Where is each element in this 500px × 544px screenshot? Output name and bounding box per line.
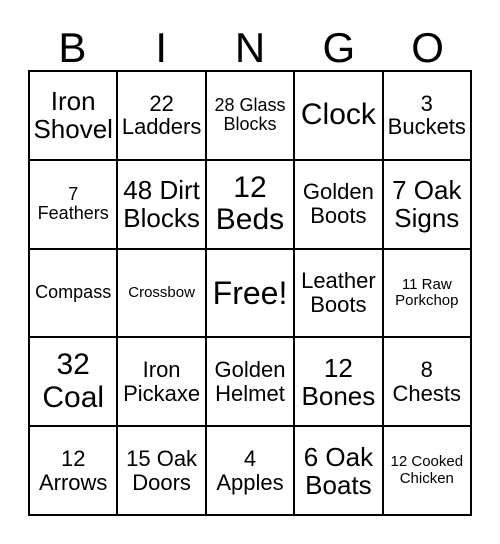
bingo-cell-b1[interactable]: Iron Shovel — [30, 72, 119, 161]
bingo-cell-o4[interactable]: 8 Chests — [383, 338, 472, 428]
bingo-cell-i2[interactable]: 48 Dirt Blocks — [118, 160, 207, 250]
bingo-cell-text: Iron Pickaxe — [123, 357, 201, 406]
bingo-cell-text: 4 Apples — [216, 445, 284, 495]
bingo-cell-text: Crossbow — [128, 283, 195, 301]
bingo-cell-text: Compass — [35, 282, 112, 303]
bingo-header-letter-g: G — [322, 24, 356, 71]
bingo-cell-n5[interactable]: 4 Apples — [206, 427, 296, 516]
bingo-cell-g5[interactable]: 6 Oak Boats — [295, 427, 384, 516]
bingo-cell-text: Golden Helmet — [214, 357, 286, 406]
bingo-cell-text: 7 Feathers — [37, 183, 109, 224]
bingo-header-letter-i: I — [155, 24, 168, 71]
bingo-free-space-text: Free! — [212, 274, 288, 311]
bingo-cell-b4[interactable]: 32 Coal — [30, 338, 119, 428]
bingo-cell-text: 3 Buckets — [387, 90, 466, 140]
bingo-cell-b2[interactable]: 7 Feathers — [30, 160, 119, 250]
bingo-header-letter-n: N — [234, 24, 266, 71]
bingo-header-letter-o: O — [411, 24, 444, 71]
bingo-cell-text: 48 Dirt Blocks — [123, 175, 200, 234]
bingo-cell-text: Golden Boots — [302, 179, 374, 229]
bingo-cell-b3[interactable]: Compass — [30, 249, 119, 339]
bingo-cell-g4[interactable]: 12 Bones — [295, 338, 384, 428]
bingo-cell-text: Leather Boots — [301, 268, 376, 317]
bingo-cell-n2[interactable]: 12 Beds — [206, 160, 296, 250]
bingo-cell-text: 6 Oak Boats — [303, 441, 374, 500]
bingo-cell-o3[interactable]: 11 Raw Porkchop — [383, 249, 472, 339]
bingo-cell-free-space[interactable]: Free! — [206, 249, 296, 339]
bingo-cell-n1[interactable]: 28 Glass Blocks — [206, 72, 296, 161]
bingo-cell-g2[interactable]: Golden Boots — [295, 160, 384, 250]
bingo-cell-text: Clock — [300, 98, 376, 132]
bingo-cell-b5[interactable]: 12 Arrows — [30, 427, 119, 516]
bingo-cell-text: 32 Coal — [42, 348, 105, 414]
bingo-cell-text: 12 Bones — [301, 352, 376, 411]
bingo-cell-text: 22 Ladders — [121, 90, 202, 140]
bingo-grid: Iron Shovel 22 Ladders 28 Glass Blocks C… — [28, 70, 472, 516]
bingo-cell-i5[interactable]: 15 Oak Doors — [118, 427, 207, 516]
bingo-cell-i4[interactable]: Iron Pickaxe — [118, 338, 207, 428]
bingo-cell-o5[interactable]: 12 Cooked Chicken — [383, 427, 472, 516]
bingo-cell-g1[interactable]: Clock — [295, 72, 384, 161]
bingo-cell-text: 12 Beds — [215, 170, 285, 237]
bingo-cell-text: 11 Raw Porkchop — [395, 275, 459, 309]
bingo-header-letter-b: B — [58, 24, 87, 71]
bingo-cell-n4[interactable]: Golden Helmet — [206, 338, 296, 428]
bingo-cell-i1[interactable]: 22 Ladders — [118, 72, 207, 161]
bingo-cell-text: 8 Chests — [392, 357, 462, 406]
bingo-cell-text: 15 Oak Doors — [126, 445, 198, 495]
bingo-cell-o2[interactable]: 7 Oak Signs — [383, 160, 472, 250]
bingo-header-row: B I N G O — [28, 16, 472, 70]
bingo-cell-text: 7 Oak Signs — [392, 175, 462, 234]
bingo-cell-i3[interactable]: Crossbow — [118, 249, 207, 339]
bingo-card: B I N G O Iron Shovel 22 Ladders 28 Glas… — [28, 16, 472, 516]
bingo-cell-g3[interactable]: Leather Boots — [295, 249, 384, 339]
bingo-cell-text: 12 Arrows — [38, 445, 108, 495]
bingo-cell-text: 28 Glass Blocks — [214, 94, 286, 135]
bingo-cell-text: 12 Cooked Chicken — [390, 453, 464, 487]
bingo-cell-text: Iron Shovel — [33, 86, 113, 145]
bingo-cell-o1[interactable]: 3 Buckets — [383, 72, 472, 161]
